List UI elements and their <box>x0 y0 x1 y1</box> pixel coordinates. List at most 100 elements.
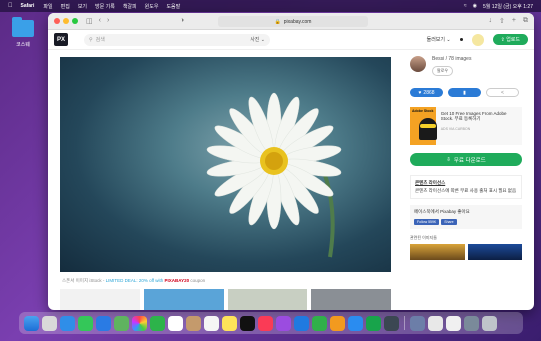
related-images <box>410 244 522 260</box>
related-thumbnail[interactable] <box>467 244 522 260</box>
tv-icon[interactable] <box>240 315 255 331</box>
bookmark-icon: ▮ <box>463 89 466 96</box>
pixabay-logo[interactable]: PX <box>54 33 68 46</box>
download-button[interactable]: ⇩ 무료 다운로드 <box>410 153 522 166</box>
reminders-icon[interactable] <box>204 315 219 331</box>
privacy-icon[interactable]: ◑ <box>180 17 184 24</box>
related-thumbnail[interactable] <box>410 244 465 260</box>
save-button[interactable]: ▮ <box>448 88 481 97</box>
preview-icon[interactable] <box>410 315 425 331</box>
mail-icon[interactable] <box>96 315 111 331</box>
photo-actions: ♥ 2868 ▮ < <box>410 88 522 97</box>
facebook-follow-button[interactable]: Follow 559K <box>414 219 440 225</box>
ad-image: Adobe Stock <box>410 107 437 145</box>
dock <box>19 312 523 334</box>
zoom-button[interactable] <box>72 18 78 24</box>
search-icon: ⚲ <box>89 36 93 43</box>
wifi-icon[interactable]: ≈ <box>464 3 467 9</box>
menu-bookmarks[interactable]: 책갈피 <box>123 3 137 10</box>
follow-button[interactable]: 팔로우 <box>432 66 454 76</box>
thumbnail[interactable] <box>60 289 140 310</box>
facebook-share-button[interactable]: Share <box>441 219 457 225</box>
pages-icon[interactable] <box>330 315 345 331</box>
evernote-icon[interactable] <box>366 315 381 331</box>
thumbnail[interactable] <box>311 289 391 310</box>
browser-window: ◫ ‹ › ◑ 🔒 pixabay.com ↓ ⇧ + ⧉ PX ⚲ 검색 사진… <box>48 13 534 310</box>
address-text: pixabay.com <box>283 18 312 25</box>
app-store-icon[interactable] <box>348 315 363 331</box>
author-line[interactable]: Bessi / 78 images <box>432 56 471 62</box>
ad-tag: Adobe Stock <box>412 109 434 113</box>
apple-icon[interactable]:  <box>8 3 13 9</box>
menu-bar:  Safari 파일 편집 보기 방문 기록 책갈피 윈도우 도움말 ≈ ◉ … <box>0 0 541 12</box>
related-title: 관련된 이미지들 <box>410 235 437 240</box>
chrome-icon[interactable] <box>428 315 443 331</box>
address-bar[interactable]: 🔒 pixabay.com <box>218 16 368 27</box>
new-tab-icon[interactable]: + <box>512 17 516 25</box>
menu-edit[interactable]: 편집 <box>61 3 70 10</box>
explore-menu[interactable]: 둘러보기 ⌄ <box>427 36 451 43</box>
thumbnail[interactable] <box>143 289 224 310</box>
facebook-text: 페이스북에서 Pixabay 좋아요 <box>414 209 470 214</box>
facebook-box: 페이스북에서 Pixabay 좋아요 Follow 559K Share <box>410 205 522 229</box>
share-icon[interactable]: ⇧ <box>499 17 505 25</box>
license-title[interactable]: 콘텐츠 라이선스 <box>415 180 517 186</box>
menu-history[interactable]: 방문 기록 <box>95 3 115 10</box>
safari-icon[interactable] <box>60 315 75 331</box>
search-type-select[interactable]: 사진 ⌄ <box>250 36 265 43</box>
maps-icon[interactable] <box>114 315 129 331</box>
photos-icon[interactable] <box>132 315 147 331</box>
textedit-icon[interactable] <box>446 315 461 331</box>
search-input[interactable]: ⚲ 검색 사진 ⌄ <box>84 33 270 46</box>
author-avatar[interactable] <box>410 56 426 72</box>
music-icon[interactable] <box>258 315 273 331</box>
author-info: Bessi / 78 images 팔로우 <box>410 56 522 76</box>
messages-icon[interactable] <box>78 315 93 331</box>
notes-icon[interactable] <box>222 315 237 331</box>
menubar-clock[interactable]: 5월 12일 (금) 오후 1:27 <box>483 3 533 10</box>
downloads-folder-icon[interactable] <box>464 315 479 331</box>
sponsored-caption[interactable]: 스폰서 이미지 iStock - LIMITED DEAL: 20% off w… <box>62 278 205 284</box>
sponsored-thumbnails <box>60 289 391 310</box>
menu-file[interactable]: 파일 <box>43 3 52 10</box>
launchpad-icon[interactable] <box>42 315 57 331</box>
main-photo[interactable] <box>60 57 391 272</box>
menu-window[interactable]: 윈도우 <box>145 3 159 10</box>
minimize-button[interactable] <box>63 18 69 24</box>
thumbnail[interactable] <box>227 289 308 310</box>
control-center-icon[interactable]: ◉ <box>473 3 477 9</box>
close-button[interactable] <box>54 18 60 24</box>
daisy-image <box>206 92 342 258</box>
chatgpt-icon[interactable] <box>384 315 399 331</box>
license-box: 콘텐츠 라이선스 콘텐츠 라이선스에 따른 무료 사용 출처 표시 필요 없음 <box>410 175 522 199</box>
avatar[interactable] <box>471 33 484 46</box>
notification-dot[interactable] <box>459 38 463 41</box>
tab-overview-icon[interactable]: ⧉ <box>523 17 528 25</box>
ad-block[interactable]: Adobe Stock Get 10 Free Images From Adob… <box>410 107 522 145</box>
numbers-icon[interactable] <box>312 315 327 331</box>
sidebar-icon[interactable]: ◫ <box>86 17 93 25</box>
license-text: 콘텐츠 라이선스에 따른 무료 사용 출처 표시 필요 없음 <box>415 188 517 193</box>
facetime-icon[interactable] <box>150 315 165 331</box>
upload-button[interactable]: ⇪ 업로드 <box>492 34 528 45</box>
share-button[interactable]: < <box>486 88 519 97</box>
dock-divider <box>404 316 405 330</box>
download-icon: ⇩ <box>446 156 451 163</box>
trash-icon[interactable] <box>482 315 497 331</box>
download-icon[interactable]: ↓ <box>489 17 493 25</box>
forward-icon[interactable]: › <box>107 17 109 25</box>
finder-icon[interactable] <box>24 315 39 331</box>
contacts-icon[interactable] <box>186 315 201 331</box>
keynote-icon[interactable] <box>294 315 309 331</box>
desktop-folder[interactable]: 코스웨 <box>10 17 36 48</box>
like-button[interactable]: ♥ 2868 <box>410 88 443 97</box>
site-header: PX ⚲ 검색 사진 ⌄ 둘러보기 ⌄ ⇪ 업로드 <box>48 30 534 50</box>
menu-help[interactable]: 도움말 <box>166 3 180 10</box>
menu-app-name[interactable]: Safari <box>21 3 35 9</box>
menu-view[interactable]: 보기 <box>78 3 87 10</box>
folder-icon <box>12 17 34 37</box>
podcasts-icon[interactable] <box>276 315 291 331</box>
search-placeholder: 검색 <box>95 37 105 43</box>
calendar-icon[interactable] <box>168 315 183 331</box>
back-icon[interactable]: ‹ <box>99 17 101 25</box>
